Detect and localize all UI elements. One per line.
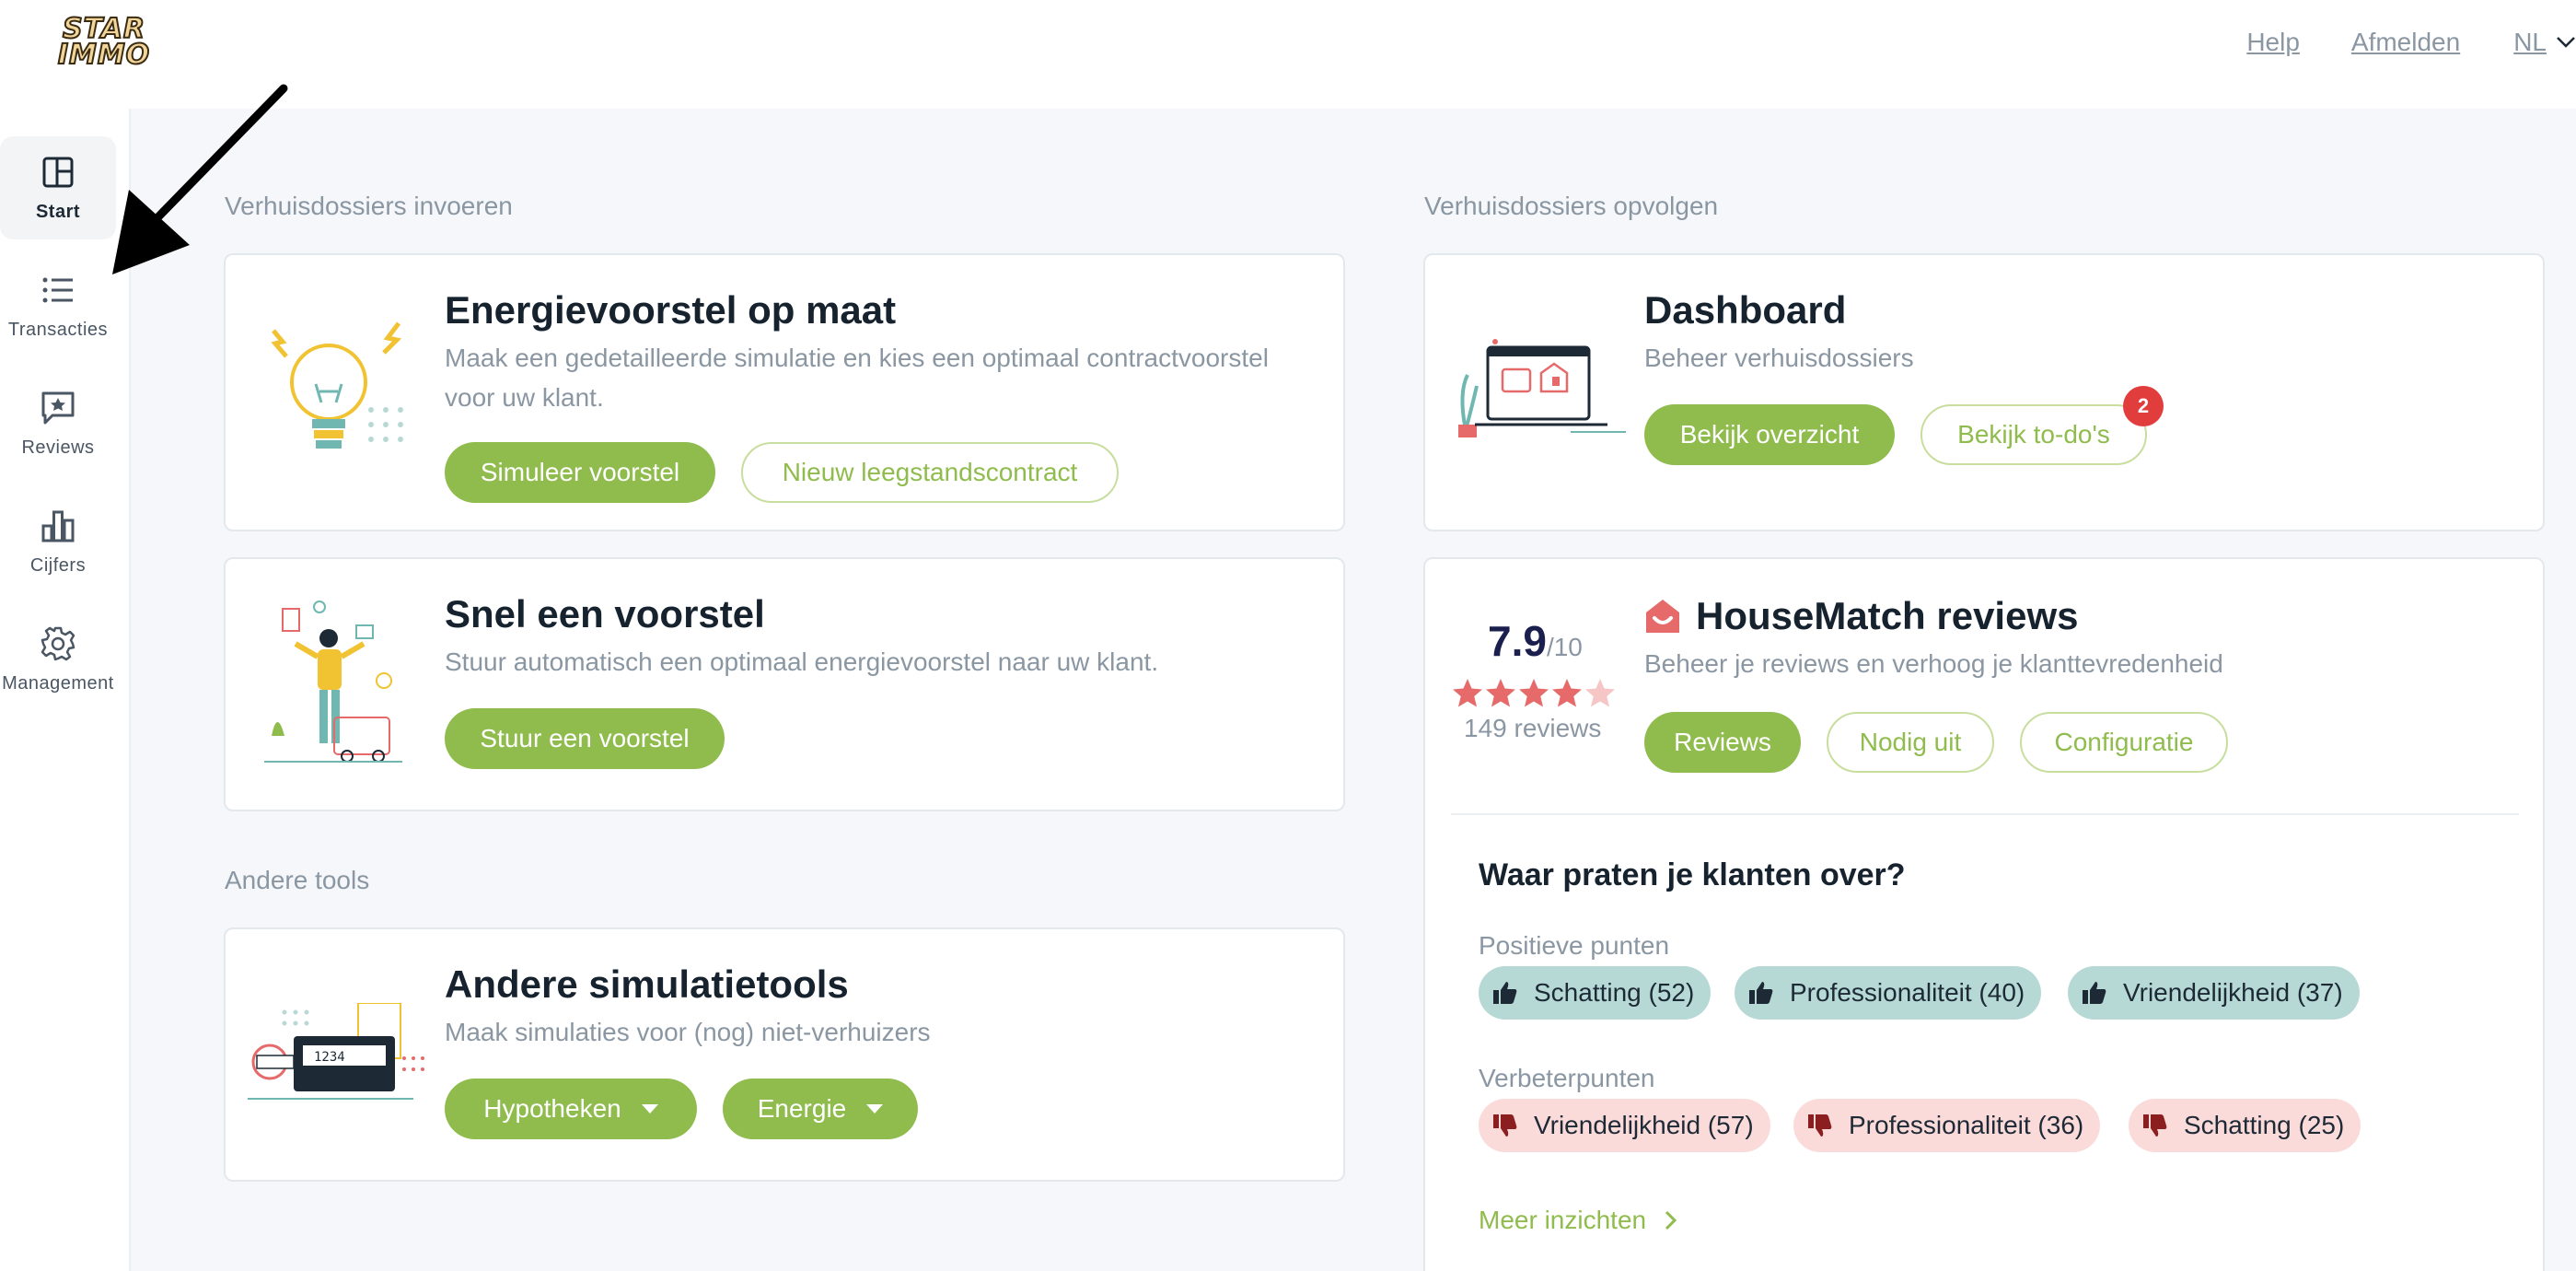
thumbs-up-icon	[2083, 982, 2106, 1004]
housematch-reviews-card: 7.9/10 149 reviews HouseMatch reviews Be…	[1423, 557, 2545, 1271]
todo-count-badge: 2	[2123, 386, 2164, 426]
configuration-button[interactable]: Configuratie	[2020, 712, 2228, 773]
help-link[interactable]: Help	[2246, 28, 2300, 57]
person-illustration	[264, 601, 402, 763]
rating-value: 7.9	[1488, 617, 1547, 665]
housematch-logo-icon	[1646, 600, 1679, 633]
view-todos-button[interactable]: Bekijk to-do's	[1920, 404, 2147, 465]
sidebar-item-start[interactable]: Start	[0, 136, 116, 239]
star-filled-icon	[1453, 679, 1482, 707]
improvement-chip[interactable]: Vriendelijkheid (57)	[1479, 1099, 1770, 1152]
energy-proposal-card: Energievoorstel op maat Maak een gedetai…	[224, 253, 1345, 531]
chip-label: Vriendelijkheid (37)	[2123, 978, 2343, 1007]
sidebar-item-reviews[interactable]: Reviews	[0, 372, 116, 475]
quick-card-title: Snel een voorstel	[445, 592, 765, 636]
chip-label: Professionaliteit (36)	[1849, 1111, 2084, 1139]
rating-max: /10	[1546, 633, 1583, 661]
language-select[interactable]: NL	[2513, 28, 2576, 57]
rating-score: 7.9/10	[1488, 616, 1583, 666]
top-bar: STAR IMMO Help Afmelden NL	[0, 0, 2576, 109]
improvement-points-label: Verbeterpunten	[1479, 1064, 1655, 1092]
energy-card-title: Energievoorstel op maat	[445, 288, 897, 332]
top-links: Help Afmelden NL	[2195, 24, 2576, 61]
chip-label: Vriendelijkheid (57)	[1534, 1111, 1754, 1139]
thumbs-up-icon	[1749, 982, 1773, 1004]
dashboard-card: Dashboard Beheer verhuisdossiers Bekijk …	[1423, 253, 2545, 531]
layout-icon	[42, 157, 74, 187]
logo-line-2: IMMO	[57, 39, 151, 71]
quick-card-subtitle: Stuur automatisch een optimaal energievo…	[445, 647, 1159, 676]
caret-down-icon	[641, 1104, 658, 1114]
positive-chip[interactable]: Vriendelijkheid (37)	[2068, 966, 2360, 1020]
positive-chip[interactable]: Professionaliteit (40)	[1735, 966, 2042, 1020]
view-overview-button[interactable]: Bekijk overzicht	[1644, 404, 1895, 465]
divider	[1451, 813, 2519, 815]
section-title-invoeren: Verhuisdossiers invoeren	[225, 192, 513, 220]
energy-dropdown-button[interactable]: Energie	[723, 1079, 918, 1139]
thumbs-down-icon	[1493, 1114, 1517, 1137]
reviews-button[interactable]: Reviews	[1644, 712, 1801, 773]
dashboard-illustration	[1458, 339, 1626, 437]
energy-label: Energie	[757, 1094, 847, 1123]
bar-chart-icon	[41, 510, 75, 542]
simulate-proposal-button[interactable]: Simuleer voorstel	[445, 442, 715, 503]
sidebar-item-transacties[interactable]: Transacties	[0, 254, 116, 357]
sidebar-item-label: Reviews	[21, 437, 95, 458]
sidebar-item-management[interactable]: Management	[0, 608, 116, 711]
star-empty-icon	[1585, 679, 1615, 707]
gear-icon	[41, 626, 75, 660]
customers-talk-title: Waar praten je klanten over?	[1479, 857, 1906, 892]
dashboard-subtitle: Beheer verhuisdossiers	[1644, 344, 1914, 372]
logout-link[interactable]: Afmelden	[2351, 28, 2460, 57]
other-tools-title: Andere simulatietools	[445, 962, 849, 1006]
language-value: NL	[2513, 28, 2547, 56]
star-filled-icon	[1552, 679, 1582, 707]
more-insights-label: Meer inzichten	[1479, 1206, 1647, 1234]
list-icon	[42, 277, 73, 302]
review-icon	[41, 391, 75, 424]
sidebar-item-label: Management	[2, 672, 114, 694]
thumbs-up-icon	[1493, 982, 1517, 1004]
energy-card-subtitle-line1: Maak een gedetailleerde simulatie en kie…	[445, 344, 1269, 372]
svg-text:1234: 1234	[314, 1050, 345, 1065]
section-title-opvolgen: Verhuisdossiers opvolgen	[1424, 192, 1719, 220]
invite-button[interactable]: Nodig uit	[1827, 712, 1994, 773]
thumbs-down-icon	[1808, 1114, 1832, 1137]
other-tools-subtitle: Maak simulaties voor (nog) niet-verhuize…	[445, 1018, 931, 1046]
chevron-right-icon	[1665, 1210, 1677, 1230]
send-proposal-button[interactable]: Stuur een voorstel	[445, 708, 725, 769]
rating-stars	[1451, 677, 1617, 710]
star-immo-logo[interactable]: STAR IMMO	[53, 13, 155, 72]
review-count: 149 reviews	[1464, 714, 1602, 742]
sidebar-item-cijfers[interactable]: Cijfers	[0, 490, 116, 593]
energy-card-subtitle-line2: voor uw klant.	[445, 383, 604, 412]
thumbs-down-icon	[2143, 1114, 2167, 1137]
caret-down-icon	[866, 1104, 884, 1114]
chevron-down-icon	[2557, 37, 2575, 48]
light-bulb-illustration	[271, 321, 403, 449]
housematch-subtitle: Beheer je reviews en verhoog je klanttev…	[1644, 649, 2223, 678]
sidebar-item-label: Cijfers	[29, 554, 87, 576]
quick-proposal-card: Snel een voorstel Stuur automatisch een …	[224, 557, 1345, 811]
other-tools-card: 1234 Andere simulatietools Maak simulati…	[224, 927, 1345, 1182]
chip-label: Professionaliteit (40)	[1790, 978, 2025, 1007]
section-title-andere-tools: Andere tools	[225, 866, 370, 894]
mortgages-label: Hypotheken	[483, 1094, 621, 1123]
meter-illustration: 1234	[248, 1003, 424, 1100]
star-filled-icon	[1486, 679, 1515, 707]
positive-points-label: Positieve punten	[1479, 931, 1670, 960]
improvement-chip[interactable]: Schatting (25)	[2129, 1099, 2361, 1152]
positive-chip[interactable]: Schatting (52)	[1479, 966, 1712, 1020]
dashboard-title: Dashboard	[1644, 288, 1847, 332]
sidebar-item-label: Transacties	[7, 319, 109, 340]
mortgages-dropdown-button[interactable]: Hypotheken	[445, 1079, 697, 1139]
chip-label: Schatting (25)	[2184, 1111, 2345, 1139]
improvement-chip[interactable]: Professionaliteit (36)	[1793, 1099, 2101, 1152]
new-vacancy-contract-button[interactable]: Nieuw leegstandscontract	[741, 442, 1119, 503]
star-filled-icon	[1519, 679, 1549, 707]
more-insights-link[interactable]: Meer inzichten	[1479, 1206, 1677, 1235]
chip-label: Schatting (52)	[1534, 978, 1695, 1007]
sidebar-item-label: Start	[35, 201, 81, 222]
housematch-title: HouseMatch reviews	[1696, 594, 2079, 637]
